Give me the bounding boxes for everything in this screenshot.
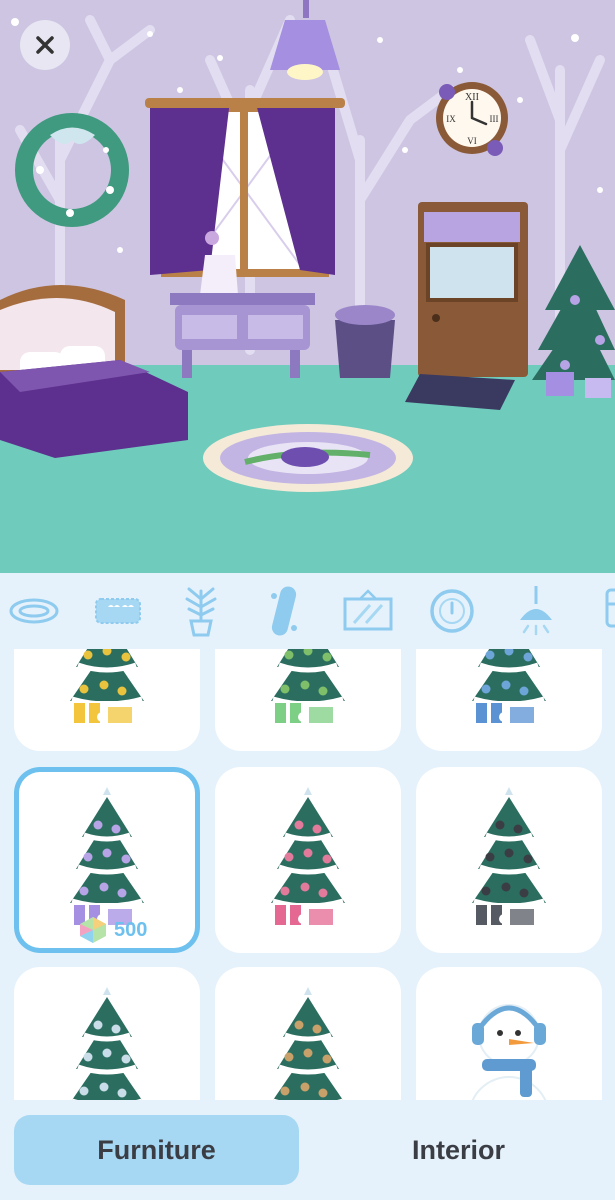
clock-numeral-6: VI	[467, 136, 477, 146]
item-card-tree[interactable]	[14, 967, 200, 1101]
category-more[interactable]	[590, 585, 615, 637]
ceiling-lamp-icon	[520, 586, 552, 636]
close-icon	[36, 36, 54, 54]
clock-numeral-3: III	[490, 114, 499, 124]
item-card-tree[interactable]	[416, 649, 602, 751]
christmas-tree-icon	[215, 649, 401, 751]
bottom-tabs: Furniture Interior	[0, 1100, 615, 1200]
room-preview: XII III VI IX	[0, 0, 615, 573]
clock-numeral-9: IX	[446, 114, 456, 124]
shop-panel: 500 Furniture Interior	[0, 573, 615, 1200]
category-plant[interactable]	[175, 585, 227, 637]
item-card-tree[interactable]	[215, 767, 401, 953]
item-card-tree[interactable]	[215, 649, 401, 751]
category-rug[interactable]	[8, 585, 60, 637]
category-clock[interactable]	[426, 585, 478, 637]
item-card-snowman[interactable]	[416, 967, 602, 1101]
item-card-tree[interactable]	[215, 967, 401, 1101]
cabinet-icon	[605, 588, 615, 628]
christmas-tree-icon	[14, 967, 200, 1101]
christmas-tree-icon	[416, 767, 602, 953]
category-lamp[interactable]	[510, 585, 562, 637]
item-card-tree[interactable]: 500	[14, 767, 200, 953]
pillow-icon	[95, 598, 141, 624]
plant-icon	[185, 587, 217, 637]
category-frame[interactable]	[342, 585, 394, 637]
price-tag: 500	[78, 915, 147, 945]
category-pillow[interactable]	[92, 585, 144, 637]
christmas-tree-icon	[416, 649, 602, 751]
tab-furniture[interactable]: Furniture	[14, 1115, 299, 1185]
close-button[interactable]	[20, 20, 70, 70]
christmas-tree-icon	[14, 649, 200, 751]
clock-icon	[430, 589, 474, 633]
gem-icon	[80, 917, 106, 943]
price-value: 500	[114, 918, 148, 941]
tab-interior[interactable]: Interior	[316, 1115, 601, 1185]
category-bar	[0, 573, 615, 649]
skateboard-icon	[271, 586, 297, 636]
christmas-tree-icon	[215, 967, 401, 1101]
christmas-tree-icon	[215, 767, 401, 953]
category-seasonal[interactable]	[258, 585, 310, 637]
frame-icon	[343, 589, 393, 631]
item-card-tree[interactable]	[14, 649, 200, 751]
item-grid: 500	[0, 649, 615, 1101]
item-card-tree[interactable]	[416, 767, 602, 953]
rug-icon	[9, 598, 59, 624]
snowman-icon	[416, 967, 602, 1101]
